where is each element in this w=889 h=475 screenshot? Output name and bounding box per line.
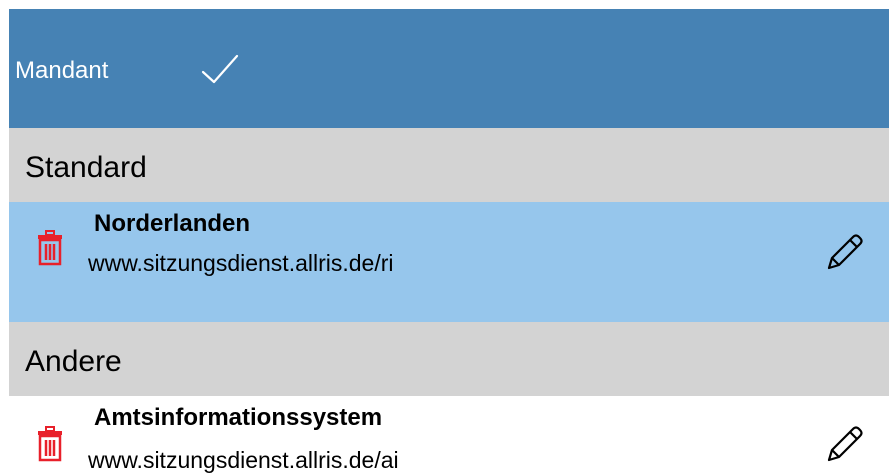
pencil-icon: [827, 234, 863, 270]
section-label: Andere: [25, 345, 122, 378]
list-item-selected[interactable]: Norderlanden www.sitzungsdienst.allris.d…: [9, 202, 889, 322]
entry-name: Norderlanden: [94, 210, 251, 237]
trash-icon: [38, 426, 62, 462]
entry-url: www.sitzungsdienst.allris.de/ri: [88, 250, 394, 276]
list-item[interactable]: Amtsinformationssystem www.sitzungsdiens…: [9, 396, 889, 475]
delete-button[interactable]: [37, 230, 63, 266]
section-header-standard: Standard: [9, 128, 889, 202]
edit-button[interactable]: [825, 424, 865, 464]
section-label: Standard: [25, 151, 147, 184]
checkmark-icon: [201, 54, 239, 84]
entry-url: www.sitzungsdienst.allris.de/ai: [88, 447, 399, 473]
header-title: Mandant: [15, 57, 109, 84]
entry-name: Amtsinformationssystem: [94, 404, 383, 431]
delete-button[interactable]: [37, 426, 63, 462]
app-header: Mandant: [9, 9, 889, 128]
mandant-page: Mandant Standard Norderlanden www.sitzun…: [0, 0, 889, 475]
pencil-icon: [827, 426, 863, 462]
trash-icon: [38, 230, 62, 266]
section-header-andere: Andere: [9, 322, 889, 396]
confirm-button[interactable]: [199, 51, 243, 91]
edit-button[interactable]: [825, 232, 865, 272]
